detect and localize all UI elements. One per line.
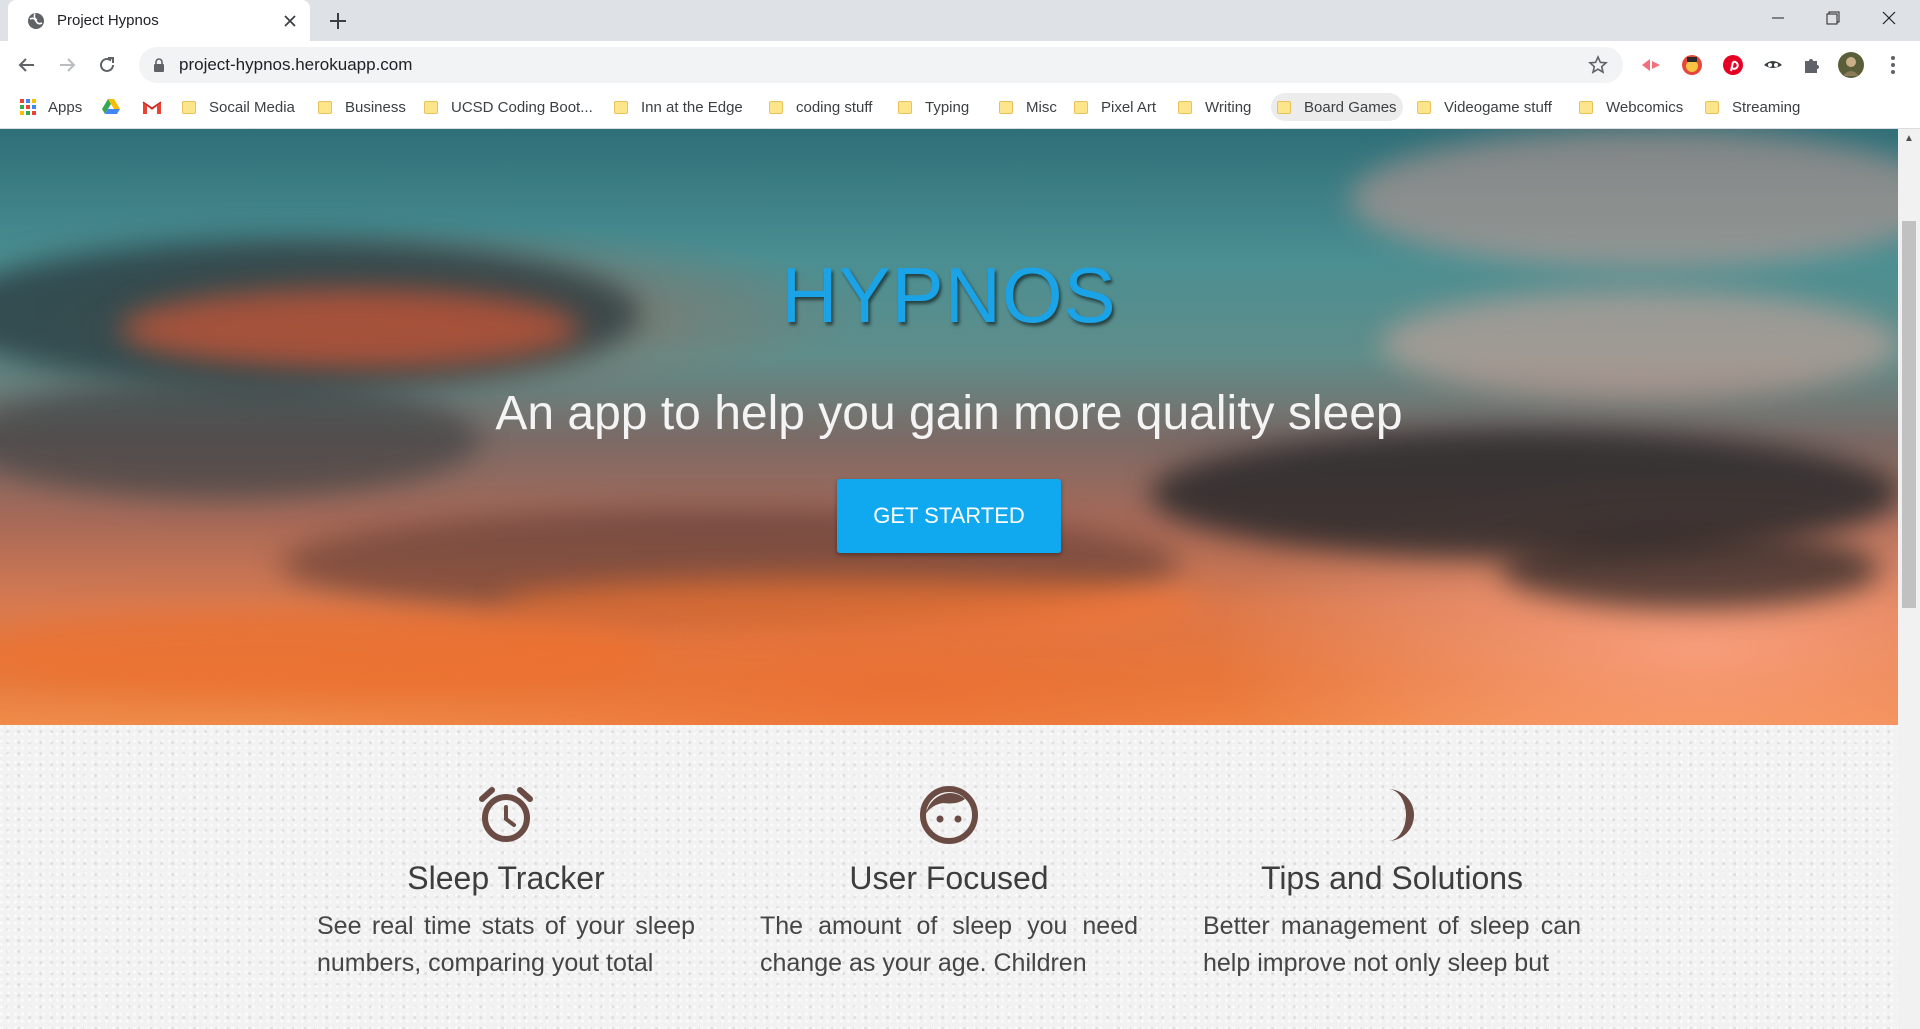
reload-icon[interactable]: [92, 50, 122, 80]
bookmark-star-icon[interactable]: [1587, 54, 1609, 76]
folder-icon: [1417, 100, 1431, 114]
google-drive-icon[interactable]: [98, 93, 124, 121]
bookmark-label: Business: [345, 98, 406, 116]
close-tab-icon[interactable]: [280, 11, 300, 31]
puzzle-extensions-icon[interactable]: [1799, 52, 1825, 78]
spy-extension-icon[interactable]: [1760, 52, 1786, 78]
lock-icon[interactable]: [151, 57, 167, 73]
folder-icon: [318, 100, 332, 114]
hero-section: HYPNOS An app to help you gain more qual…: [0, 129, 1898, 725]
tab-title: Project Hypnos: [57, 12, 159, 29]
scrollbar-thumb[interactable]: [1902, 221, 1916, 608]
bookmark-folder[interactable]: Typing: [892, 93, 975, 121]
bookmark-label: Pixel Art: [1101, 98, 1157, 116]
url-text[interactable]: project-hypnos.herokuapp.com: [179, 55, 1587, 75]
feature-text: The amount of sleep you need change as y…: [760, 912, 1138, 977]
browser-tab[interactable]: Project Hypnos: [8, 0, 310, 41]
folder-icon: [182, 100, 196, 114]
folder-icon: [898, 100, 912, 114]
hero-title: HYPNOS: [781, 251, 1117, 339]
bookmark-label: Apps: [48, 98, 83, 116]
bookmark-folder[interactable]: Business: [312, 93, 412, 121]
bookmark-folder[interactable]: Board Games: [1271, 93, 1403, 121]
bookmark-label: Board Games: [1304, 98, 1397, 116]
cloud: [500, 579, 1200, 629]
bookmark-label: coding stuff: [796, 98, 873, 116]
bookmark-label: Inn at the Edge: [641, 98, 743, 116]
page-scrollbar[interactable]: ▲: [1898, 129, 1920, 1029]
features-section: Sleep Tracker See real time stats of you…: [0, 725, 1898, 1029]
bookmark-label: Videogame stuff: [1444, 98, 1552, 116]
hero-subtitle: An app to help you gain more quality sle…: [495, 387, 1403, 440]
bookmark-folder[interactable]: Socail Media: [176, 93, 301, 121]
folder-icon: [1277, 100, 1291, 114]
folder-icon: [1579, 100, 1593, 114]
folder-icon: [999, 100, 1013, 114]
get-started-button[interactable]: GET STARTED: [837, 479, 1061, 553]
bookmark-folder[interactable]: coding stuff: [763, 93, 878, 121]
avatar[interactable]: [1838, 52, 1864, 78]
cloud: [1500, 529, 1880, 609]
address-bar[interactable]: project-hypnos.herokuapp.com: [139, 47, 1623, 83]
bookmark-folder[interactable]: Inn at the Edge: [608, 93, 749, 121]
feature-text: See real time stats of your sleep number…: [317, 912, 695, 977]
restore-button[interactable]: [1810, 0, 1856, 36]
bookmark-label: Misc: [1026, 98, 1057, 116]
new-tab-button[interactable]: [325, 8, 351, 34]
feature-heading: Tips and Solutions: [1260, 860, 1524, 896]
bookmark-folder[interactable]: Streaming: [1699, 93, 1806, 121]
folder-icon: [1074, 100, 1088, 114]
feature-heading: Sleep Tracker: [407, 860, 605, 896]
folder-icon: [424, 100, 438, 114]
apps-grid-icon: [20, 99, 36, 115]
moon-icon: [1388, 789, 1414, 841]
page-content: HYPNOS An app to help you gain more qual…: [0, 129, 1898, 1029]
tab-strip: Project Hypnos: [0, 0, 1920, 41]
minimize-button[interactable]: [1755, 0, 1801, 36]
bookmark-label: Streaming: [1732, 98, 1801, 116]
face-icon: [920, 786, 978, 844]
folder-icon: [769, 100, 783, 114]
feature-heading: User Focused: [849, 860, 1049, 896]
bookmarks-bar: Apps Socail Media Business UCSD Coding B…: [0, 88, 1920, 129]
folder-icon: [1705, 100, 1719, 114]
bookmark-folder[interactable]: Writing: [1172, 93, 1257, 121]
more-menu-icon[interactable]: [1880, 52, 1906, 78]
folder-icon: [1178, 100, 1192, 114]
cloud: [0, 609, 660, 699]
scroll-up-arrow-icon[interactable]: ▲: [1898, 129, 1920, 147]
bookmark-apps[interactable]: Apps: [14, 93, 88, 121]
back-arrow-icon[interactable]: [12, 50, 42, 80]
bookmark-label: Writing: [1205, 98, 1252, 116]
folder-icon: [614, 100, 628, 114]
cloud: [1350, 129, 1898, 269]
bookmark-label: Socail Media: [209, 98, 295, 116]
close-window-button[interactable]: [1866, 0, 1912, 36]
bookmark-folder[interactable]: Videogame stuff: [1411, 93, 1558, 121]
alarm-clock-icon: [479, 787, 533, 842]
bookmark-label: Typing: [925, 98, 970, 116]
cast-extension-icon[interactable]: [1638, 52, 1664, 78]
browser-toolbar: project-hypnos.herokuapp.com: [0, 41, 1920, 88]
bookmark-label: Webcomics: [1606, 98, 1684, 116]
gmail-icon[interactable]: [138, 93, 166, 121]
grammar-extension-icon[interactable]: [1679, 52, 1705, 78]
bookmark-folder[interactable]: UCSD Coding Boot...: [418, 93, 599, 121]
bookmark-label: UCSD Coding Boot...: [451, 98, 593, 116]
feature-text: Better management of sleep can help impr…: [1203, 912, 1581, 977]
bookmark-folder[interactable]: Webcomics: [1573, 93, 1689, 121]
bookmark-folder[interactable]: Misc: [993, 93, 1063, 121]
bookmark-folder[interactable]: Pixel Art: [1068, 93, 1162, 121]
globe-icon: [27, 12, 45, 30]
forward-arrow-icon[interactable]: [52, 50, 82, 80]
pinterest-icon[interactable]: [1720, 52, 1746, 78]
